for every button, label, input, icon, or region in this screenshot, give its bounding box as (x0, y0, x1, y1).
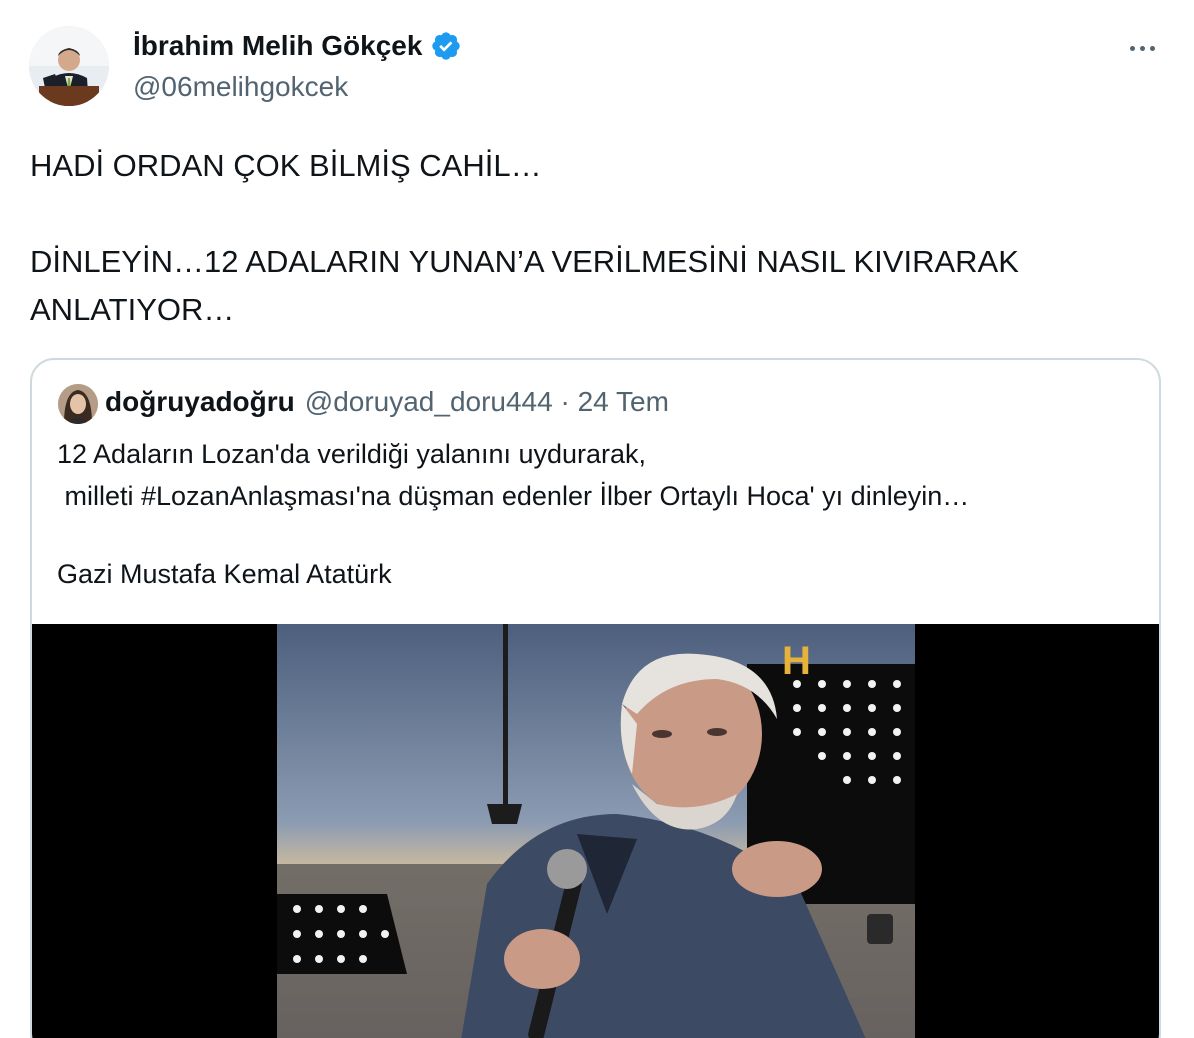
verified-badge-icon (432, 32, 461, 60)
quoted-display-name[interactable]: doğruyadoğru (105, 386, 295, 418)
more-options-icon[interactable] (1124, 36, 1160, 60)
quoted-tweet-card[interactable]: doğruyadoğru @doruyad_doru444 · 24 Tem 1… (30, 358, 1161, 1038)
tweet-text-line: ANLATIYOR… (30, 292, 235, 327)
author-avatar[interactable] (29, 26, 109, 106)
quoted-text-line: 12 Adaların Lozan'da verildiği yalanını … (57, 439, 647, 469)
quoted-text-line: Gazi Mustafa Kemal Atatürk (57, 559, 392, 589)
quoted-author-avatar[interactable] (58, 384, 98, 424)
quoted-text-line: milleti #LozanAnlaşması'na düşman edenle… (57, 481, 970, 511)
quoted-meta: @doruyad_doru444 · 24 Tem (304, 386, 669, 417)
channel-logo: H (782, 639, 811, 683)
video-thumbnail[interactable]: H (277, 624, 915, 1038)
tweet-text-line: HADİ ORDAN ÇOK BİLMİŞ CAHİL… (30, 148, 542, 183)
tweet: İbrahim Melih Gökçek @06melihgokcek HADİ… (0, 0, 1194, 1038)
author-name-row[interactable]: İbrahim Melih Gökçek (133, 30, 462, 62)
tweet-text-line: DİNLEYİN…12 ADALARIN YUNAN’A VERİLMESİNİ… (30, 244, 1019, 279)
quoted-header[interactable]: doğruyadoğru @doruyad_doru444 · 24 Tem (105, 386, 669, 418)
author-handle[interactable]: @06melihgokcek (133, 71, 348, 103)
author-display-name[interactable]: İbrahim Melih Gökçek (133, 30, 422, 62)
video-player[interactable]: H (32, 624, 1159, 1038)
